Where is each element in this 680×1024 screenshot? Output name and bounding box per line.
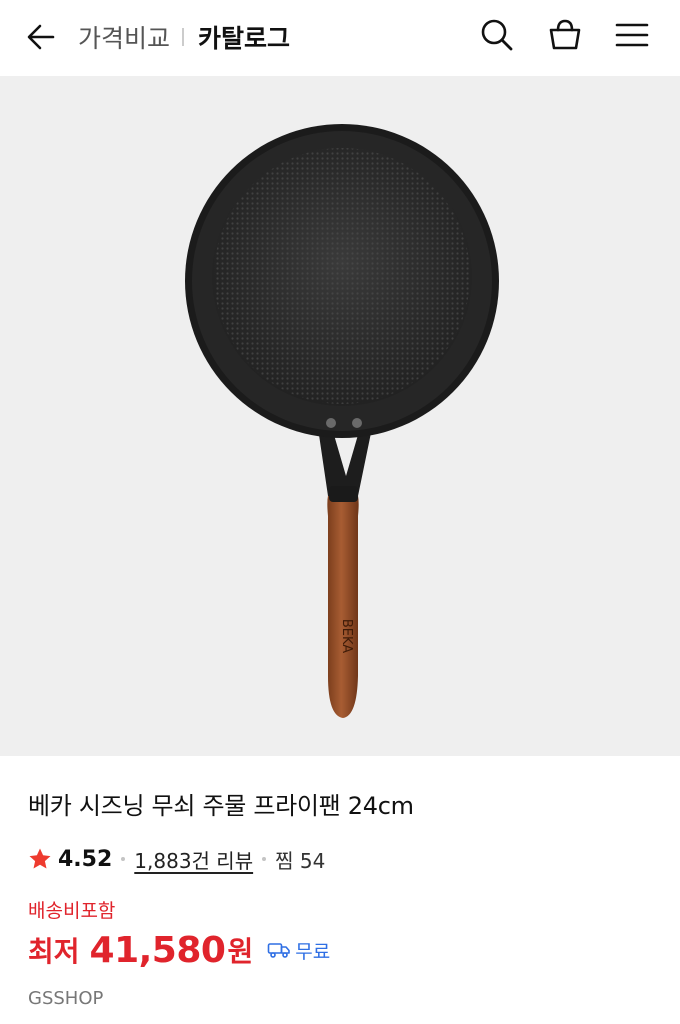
review-count-link[interactable]: 1,883건 리뷰: [134, 845, 253, 874]
product-image[interactable]: BEKA: [0, 76, 680, 756]
product-title: 베카 시즈닝 무쇠 주물 프라이팬 24cm: [28, 792, 414, 820]
search-button[interactable]: [477, 15, 517, 55]
arrow-left-icon: [27, 24, 55, 50]
separator-dot: [121, 857, 126, 861]
seller-name[interactable]: GSSHOP: [28, 988, 103, 1009]
star-icon: [29, 848, 51, 869]
separator-dot: [262, 857, 267, 861]
price-unit: 원: [227, 935, 254, 968]
price-value: 41,580: [89, 929, 226, 971]
breadcrumb: 가격비교 카탈로그: [78, 17, 290, 57]
breadcrumb-divider: [182, 28, 185, 46]
rating-value: 4.52: [58, 846, 113, 872]
menu-button[interactable]: [612, 15, 652, 55]
breadcrumb-parent-link[interactable]: 가격비교: [78, 19, 170, 55]
price-label: 최저: [28, 935, 80, 968]
wish-count: 찜 54: [275, 848, 326, 873]
truck-icon: [267, 943, 291, 958]
shipping-included-note: 배송비포함: [28, 900, 116, 922]
free-shipping-badge: 무료: [267, 937, 330, 964]
product-info: 베카 시즈닝 무쇠 주물 프라이팬 24cm 4.52 1,883건 리뷰 찜 …: [0, 756, 680, 1024]
cart-button[interactable]: [545, 15, 585, 55]
back-button[interactable]: [22, 18, 60, 56]
brand-logo: BEKA: [339, 619, 354, 653]
top-header: 가격비교 카탈로그: [0, 0, 680, 76]
page-title: 카탈로그: [198, 24, 291, 53]
menu-icon: [615, 23, 649, 47]
price-row: 최저 41,580 원 무료: [28, 928, 330, 972]
shopping-bag-icon: [549, 19, 581, 50]
rating-row: 4.52 1,883건 리뷰 찜 54: [28, 844, 325, 874]
search-icon: [481, 19, 513, 51]
free-shipping-label: 무료: [295, 940, 331, 963]
frying-pan-illustration: BEKA: [185, 124, 499, 718]
